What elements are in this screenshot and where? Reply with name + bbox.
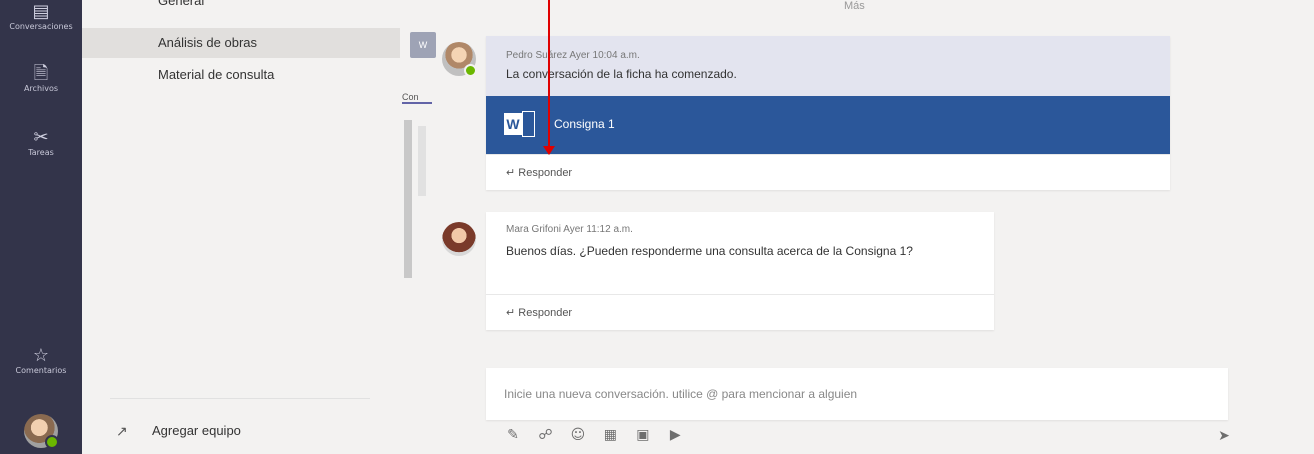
rail-item-label: Comentarios xyxy=(15,366,67,375)
avatar[interactable] xyxy=(24,414,59,449)
rail-item-label: Conversaciones xyxy=(9,22,73,31)
add-team-label: Agregar equipo xyxy=(152,423,241,438)
reply-label: ↵ Responder xyxy=(506,155,572,191)
sticker-icon[interactable]: ▣ xyxy=(632,424,654,446)
add-team-icon: ↗ xyxy=(116,423,128,439)
document-icon xyxy=(522,111,535,137)
compose-toolbar: ✎ ☍ ☺ ▦ ▣ ▶ xyxy=(502,424,692,448)
rail-item-label: Archivos xyxy=(23,84,59,93)
message-card: Pedro Suárez Ayer 10:04 a.m. La conversa… xyxy=(486,36,1170,190)
add-team-button[interactable]: ↗ Agregar equipo xyxy=(82,416,400,446)
word-icon: W xyxy=(504,111,536,137)
message-body: Buenos días. ¿Pueden responderme una con… xyxy=(506,244,913,258)
reply-label: ↵ Responder xyxy=(506,295,572,331)
reply-text: Responder xyxy=(518,307,573,319)
reply-icon: ↵ xyxy=(506,307,516,319)
avatar[interactable] xyxy=(442,222,476,256)
word-attachment[interactable]: W Consigna 1 xyxy=(486,96,1170,154)
avatar[interactable] xyxy=(442,42,477,77)
conversation-area: Más W Con Pedro Suárez Ayer 10:04 a.m. L… xyxy=(400,0,1314,454)
message-header: Pedro Suárez Ayer 10:04 a.m. La conversa… xyxy=(486,36,1170,96)
channel-label: General xyxy=(158,0,205,8)
channel-item-analisis-de-obras[interactable]: Análisis de obras xyxy=(82,28,400,58)
chat-icon: ▤ xyxy=(32,1,50,22)
rail-item-label: Tareas xyxy=(28,148,54,157)
channel-item-general[interactable]: General xyxy=(82,0,400,16)
presence-available-icon xyxy=(464,64,477,77)
channel-label: Análisis de obras xyxy=(158,35,257,50)
rail-item-conversations[interactable]: ▤ Conversaciones xyxy=(0,1,82,32)
channel-panel: General Análisis de obras Material de co… xyxy=(82,0,400,454)
reply-text: Responder xyxy=(518,167,573,179)
meet-now-icon[interactable]: ▶ xyxy=(664,424,686,446)
compose-input[interactable] xyxy=(486,368,1228,420)
attach-icon[interactable]: ☍ xyxy=(534,424,556,446)
annotation-arrow-line xyxy=(548,0,550,148)
send-icon[interactable]: ➤ xyxy=(1212,424,1236,448)
attachment-title: Consigna 1 xyxy=(554,117,615,131)
message-meta: Pedro Suárez Ayer 10:04 a.m. xyxy=(506,50,640,61)
gif-icon[interactable]: ▦ xyxy=(599,424,621,446)
channel-item-material-de-consulta[interactable]: Material de consulta xyxy=(82,60,400,90)
reply-button[interactable]: ↵ Responder xyxy=(486,154,1170,191)
rail-item-files[interactable]: 🗎 Archivos xyxy=(0,63,82,94)
reply-button[interactable]: ↵ Responder xyxy=(486,294,994,331)
scrollbar-thumb[interactable] xyxy=(418,126,426,196)
tasks-icon: ✂ xyxy=(33,127,49,148)
format-icon[interactable]: ✎ xyxy=(502,424,524,446)
annotation-arrow-head xyxy=(543,146,555,155)
word-letter-icon: W xyxy=(504,113,522,135)
scrollbar[interactable] xyxy=(404,120,412,278)
reply-icon: ↵ xyxy=(506,167,516,179)
word-tab-icon[interactable]: W xyxy=(410,32,436,58)
message-body: La conversación de la ficha ha comenzado… xyxy=(506,67,737,81)
compose-box xyxy=(486,368,1228,420)
presence-available-icon xyxy=(45,435,59,449)
files-icon: 🗎 xyxy=(33,63,49,84)
divider xyxy=(110,398,370,399)
channel-label: Material de consulta xyxy=(158,67,275,82)
emoji-icon[interactable]: ☺ xyxy=(567,424,589,446)
app-rail: ▤ Conversaciones 🗎 Archivos ✂ Tareas ☆ C… xyxy=(0,0,82,454)
rail-item-tasks[interactable]: ✂ Tareas xyxy=(0,127,82,158)
top-overflow-text: Más xyxy=(844,0,865,12)
tab-conversation[interactable]: Con xyxy=(402,92,432,104)
message-meta: Mara Grifoni Ayer 11:12 a.m. xyxy=(506,224,633,235)
message-card: Mara Grifoni Ayer 11:12 a.m. Buenos días… xyxy=(486,212,994,330)
feedback-icon: ☆ xyxy=(32,345,50,366)
rail-item-feedback[interactable]: ☆ Comentarios xyxy=(0,345,82,376)
